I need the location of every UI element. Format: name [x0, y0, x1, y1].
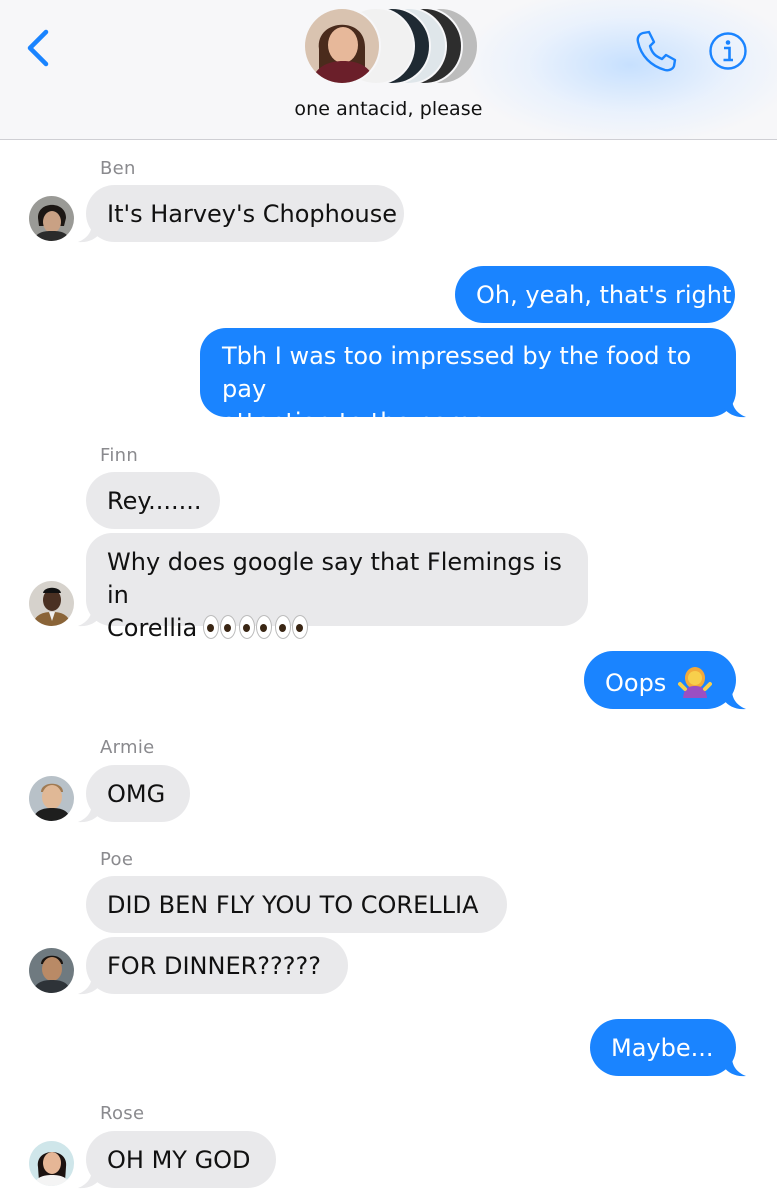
message-bubble[interactable]: FOR DINNER?????	[86, 937, 348, 994]
info-button[interactable]	[708, 31, 748, 71]
message-text: Maybe...	[611, 1034, 714, 1062]
message-text: Oops	[605, 669, 667, 697]
bubble-tail	[78, 803, 100, 823]
message-bubble[interactable]: It's Harvey's Chophouse	[86, 185, 404, 242]
message-bubble[interactable]: OMG	[86, 765, 190, 822]
eyes-emoji	[203, 614, 309, 642]
message-text-line: attention to the name	[222, 408, 486, 436]
sender-name: Ben	[100, 158, 136, 179]
message-text: Oh, yeah, that's right	[476, 281, 732, 309]
message-bubble[interactable]: Why does google say that Flemings is in …	[86, 533, 588, 642]
bubble-tail	[724, 398, 746, 418]
bubble-tail	[78, 1169, 100, 1189]
message-bubble[interactable]: Tbh I was too impressed by the food to p…	[200, 328, 736, 436]
message-text: It's Harvey's Chophouse	[107, 200, 398, 228]
conversation-header: one antacid, please	[0, 0, 777, 140]
message-text-line: Tbh I was too impressed by the food to p…	[222, 342, 692, 403]
bubble-tail	[724, 690, 746, 710]
call-button[interactable]	[633, 28, 679, 74]
message-bubble[interactable]: Maybe...	[590, 1019, 736, 1076]
group-name[interactable]: one antacid, please	[0, 98, 777, 120]
message-text: OH MY GOD	[107, 1146, 251, 1174]
message-text: DID BEN FLY YOU TO CORELLIA	[107, 891, 479, 919]
bubble-tail	[78, 607, 100, 627]
avatar	[303, 7, 381, 85]
back-button[interactable]	[22, 26, 56, 70]
message-bubble[interactable]: Rey.......	[86, 472, 220, 529]
bubble-tail	[724, 1057, 746, 1077]
sender-name: Rose	[100, 1103, 145, 1124]
avatar[interactable]	[29, 581, 74, 626]
sender-name: Finn	[100, 445, 139, 466]
message-bubble[interactable]: OH MY GOD	[86, 1131, 276, 1188]
avatar[interactable]	[29, 948, 74, 993]
chevron-left-icon	[27, 29, 49, 67]
message-text-line: Corellia	[107, 612, 566, 645]
message-bubble[interactable]: Oh, yeah, that's right	[455, 266, 735, 323]
message-text: Rey.......	[107, 487, 202, 515]
message-text-line: Why does google say that Flemings is in	[107, 548, 562, 609]
bubble-tail	[78, 223, 100, 243]
info-icon	[709, 32, 747, 70]
person-shrugging-emoji	[677, 667, 712, 698]
avatar[interactable]	[29, 776, 74, 821]
phone-icon	[636, 30, 677, 72]
sender-name: Armie	[100, 737, 155, 758]
message-bubble[interactable]: Oops	[584, 651, 736, 709]
group-avatar-stack[interactable]	[301, 7, 479, 85]
sender-name: Poe	[100, 849, 134, 870]
message-text: OMG	[107, 780, 166, 808]
avatar[interactable]	[29, 196, 74, 241]
avatar[interactable]	[29, 1141, 74, 1186]
message-bubble[interactable]: DID BEN FLY YOU TO CORELLIA	[86, 876, 507, 933]
message-text: FOR DINNER?????	[107, 952, 321, 980]
bubble-tail	[78, 975, 100, 995]
